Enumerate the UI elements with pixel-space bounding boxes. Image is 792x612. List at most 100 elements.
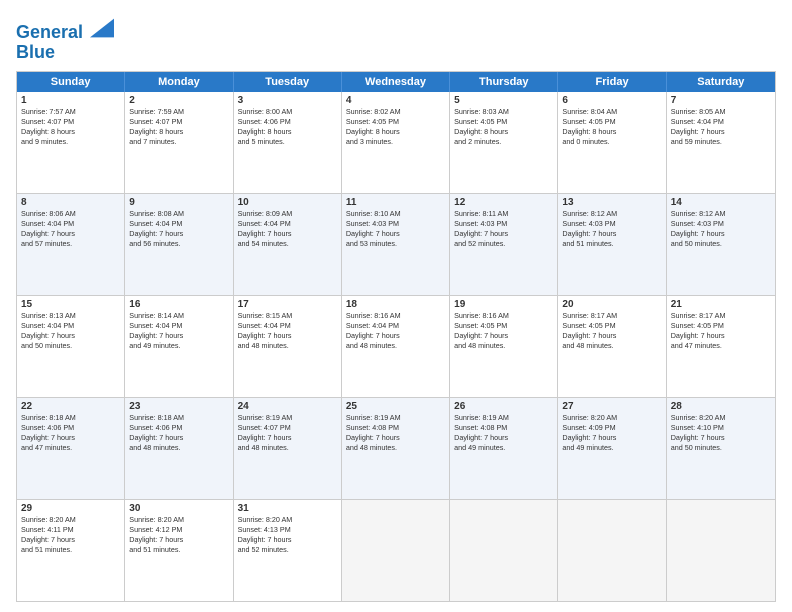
calendar-cell [558,500,666,601]
week-1: 1Sunrise: 7:57 AMSunset: 4:07 PMDaylight… [17,92,775,193]
cell-info: Sunrise: 8:12 AMSunset: 4:03 PMDaylight:… [671,209,771,249]
day-number: 29 [21,503,120,514]
day-number: 23 [129,401,228,412]
week-3: 15Sunrise: 8:13 AMSunset: 4:04 PMDayligh… [17,295,775,397]
calendar-cell: 19Sunrise: 8:16 AMSunset: 4:05 PMDayligh… [450,296,558,397]
header: General Blue [16,16,776,63]
day-number: 15 [21,299,120,310]
header-cell-sunday: Sunday [17,72,125,92]
cell-info: Sunrise: 7:57 AMSunset: 4:07 PMDaylight:… [21,107,120,147]
cell-info: Sunrise: 8:17 AMSunset: 4:05 PMDaylight:… [562,311,661,351]
calendar-cell: 20Sunrise: 8:17 AMSunset: 4:05 PMDayligh… [558,296,666,397]
cell-info: Sunrise: 8:20 AMSunset: 4:11 PMDaylight:… [21,515,120,555]
day-number: 16 [129,299,228,310]
calendar-cell: 31Sunrise: 8:20 AMSunset: 4:13 PMDayligh… [234,500,342,601]
calendar-cell: 21Sunrise: 8:17 AMSunset: 4:05 PMDayligh… [667,296,775,397]
calendar-cell: 12Sunrise: 8:11 AMSunset: 4:03 PMDayligh… [450,194,558,295]
day-number: 3 [238,95,337,106]
cell-info: Sunrise: 8:10 AMSunset: 4:03 PMDaylight:… [346,209,445,249]
logo: General Blue [16,20,114,63]
day-number: 10 [238,197,337,208]
header-cell-tuesday: Tuesday [234,72,342,92]
cell-info: Sunrise: 8:19 AMSunset: 4:07 PMDaylight:… [238,413,337,453]
day-number: 12 [454,197,553,208]
day-number: 26 [454,401,553,412]
day-number: 17 [238,299,337,310]
header-cell-thursday: Thursday [450,72,558,92]
cell-info: Sunrise: 8:04 AMSunset: 4:05 PMDaylight:… [562,107,661,147]
day-number: 2 [129,95,228,106]
day-number: 20 [562,299,661,310]
calendar-cell: 22Sunrise: 8:18 AMSunset: 4:06 PMDayligh… [17,398,125,499]
cell-info: Sunrise: 8:05 AMSunset: 4:04 PMDaylight:… [671,107,771,147]
week-4: 22 Sunrise: 8:18 AMSunset: 4:06 PMDayligh… [17,397,775,499]
calendar: SundayMondayTuesdayWednesdayThursdayFrid… [16,71,776,602]
cell-info: Sunrise: 8:08 AMSunset: 4:04 PMDaylight:… [129,209,228,249]
calendar-cell: 4Sunrise: 8:02 AMSunset: 4:05 PMDaylight… [342,92,450,193]
logo-icon [90,18,114,38]
cell-info: Sunrise: 8:18 AMSunset: 4:06 PMDaylight:… [129,413,228,453]
header-cell-wednesday: Wednesday [342,72,450,92]
day-number: 8 [21,197,120,208]
cell-info: Sunrise: 8:11 AMSunset: 4:03 PMDaylight:… [454,209,553,249]
day-number: 25 [346,401,445,412]
calendar-cell: 9Sunrise: 8:08 AMSunset: 4:04 PMDaylight… [125,194,233,295]
day-number: 1 [21,95,120,106]
cell-info: Sunrise: 8:09 AMSunset: 4:04 PMDaylight:… [238,209,337,249]
day-number: 11 [346,197,445,208]
cell-info: Sunrise: 8:19 AMSunset: 4:08 PMDaylight:… [346,413,445,453]
calendar-cell [342,500,450,601]
day-number: 21 [671,299,771,310]
cell-info: Sunrise: 8:14 AMSunset: 4:04 PMDaylight:… [129,311,228,351]
day-number: 6 [562,95,661,106]
week-5: 29Sunrise: 8:20 AMSunset: 4:11 PMDayligh… [17,499,775,601]
calendar-cell: 29Sunrise: 8:20 AMSunset: 4:11 PMDayligh… [17,500,125,601]
calendar-cell: 26Sunrise: 8:19 AMSunset: 4:08 PMDayligh… [450,398,558,499]
cell-info: Sunrise: 8:16 AMSunset: 4:05 PMDaylight:… [454,311,553,351]
calendar-body: 1Sunrise: 7:57 AMSunset: 4:07 PMDaylight… [17,92,775,601]
header-cell-friday: Friday [558,72,666,92]
day-number: 31 [238,503,337,514]
calendar-cell: 10Sunrise: 8:09 AMSunset: 4:04 PMDayligh… [234,194,342,295]
calendar-header-row: SundayMondayTuesdayWednesdayThursdayFrid… [17,72,775,92]
calendar-cell: 30Sunrise: 8:20 AMSunset: 4:12 PMDayligh… [125,500,233,601]
calendar-cell: 11Sunrise: 8:10 AMSunset: 4:03 PMDayligh… [342,194,450,295]
calendar-cell: 1Sunrise: 7:57 AMSunset: 4:07 PMDaylight… [17,92,125,193]
cell-info: Sunrise: 8:02 AMSunset: 4:05 PMDaylight:… [346,107,445,147]
calendar-cell: 17Sunrise: 8:15 AMSunset: 4:04 PMDayligh… [234,296,342,397]
day-number: 27 [562,401,661,412]
day-number: 9 [129,197,228,208]
calendar-cell: 8Sunrise: 8:06 AMSunset: 4:04 PMDaylight… [17,194,125,295]
calendar-cell: 28Sunrise: 8:20 AMSunset: 4:10 PMDayligh… [667,398,775,499]
header-cell-monday: Monday [125,72,233,92]
cell-info: Sunrise: 8:00 AMSunset: 4:06 PMDaylight:… [238,107,337,147]
cell-info: Sunrise: 8:20 AMSunset: 4:12 PMDaylight:… [129,515,228,555]
cell-info: Sunrise: 8:12 AMSunset: 4:03 PMDaylight:… [562,209,661,249]
calendar-cell [450,500,558,601]
calendar-cell: 15Sunrise: 8:13 AMSunset: 4:04 PMDayligh… [17,296,125,397]
day-number: 13 [562,197,661,208]
calendar-cell: 5Sunrise: 8:03 AMSunset: 4:05 PMDaylight… [450,92,558,193]
calendar-cell: 13Sunrise: 8:12 AMSunset: 4:03 PMDayligh… [558,194,666,295]
calendar-cell [667,500,775,601]
calendar-cell: 16Sunrise: 8:14 AMSunset: 4:04 PMDayligh… [125,296,233,397]
logo-text2: Blue [16,43,114,63]
calendar-cell: 24Sunrise: 8:19 AMSunset: 4:07 PMDayligh… [234,398,342,499]
day-number: 7 [671,95,771,106]
calendar-cell: 3Sunrise: 8:00 AMSunset: 4:06 PMDaylight… [234,92,342,193]
calendar-cell: 27Sunrise: 8:20 AMSunset: 4:09 PMDayligh… [558,398,666,499]
header-cell-saturday: Saturday [667,72,775,92]
day-number: 4 [346,95,445,106]
day-number: 22 [21,401,120,412]
week-2: 8Sunrise: 8:06 AMSunset: 4:04 PMDaylight… [17,193,775,295]
cell-info: Sunrise: 8:20 AMSunset: 4:13 PMDaylight:… [238,515,337,555]
day-number: 30 [129,503,228,514]
cell-info: Sunrise: 8:03 AMSunset: 4:05 PMDaylight:… [454,107,553,147]
cell-info: Sunrise: 8:19 AMSunset: 4:08 PMDaylight:… [454,413,553,453]
day-number: 14 [671,197,771,208]
day-number: 5 [454,95,553,106]
day-number: 18 [346,299,445,310]
cell-info: Sunrise: 8:20 AMSunset: 4:09 PMDaylight:… [562,413,661,453]
calendar-cell: 7Sunrise: 8:05 AMSunset: 4:04 PMDaylight… [667,92,775,193]
cell-info: Sunrise: 8:06 AMSunset: 4:04 PMDaylight:… [21,209,120,249]
